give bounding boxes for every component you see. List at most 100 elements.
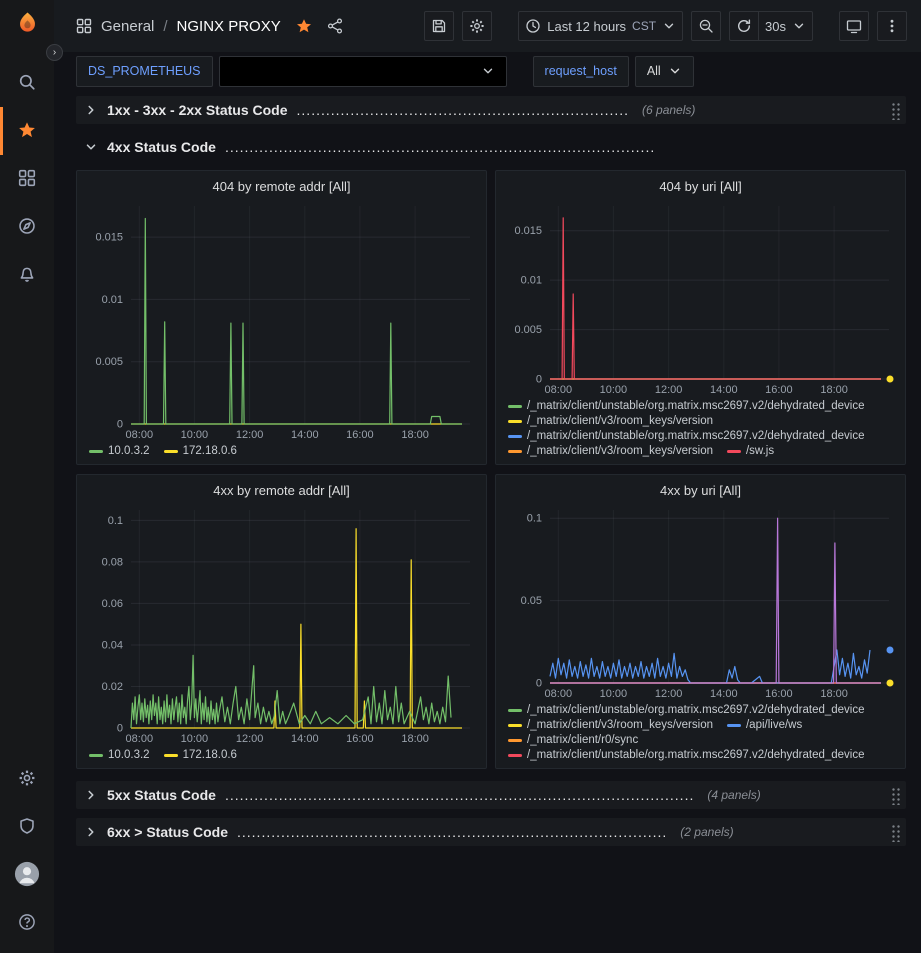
svg-text:0: 0 bbox=[536, 374, 542, 386]
row-6xx-status-code[interactable]: 6xx > Status Code ......................… bbox=[76, 818, 906, 846]
panel-404-by-uri: 404 by uri [All] 08:0010:0012:0014:0016:… bbox=[495, 170, 906, 465]
svg-text:0: 0 bbox=[117, 723, 123, 735]
svg-text:18:00: 18:00 bbox=[401, 733, 429, 745]
search-icon bbox=[18, 73, 36, 94]
bell-icon bbox=[18, 265, 36, 286]
variable-label-ds-prometheus[interactable]: DS_PROMETHEUS bbox=[76, 56, 213, 87]
chevron-down-icon bbox=[792, 19, 806, 33]
legend-item[interactable]: 172.18.0.6 bbox=[164, 445, 237, 457]
svg-text:0: 0 bbox=[117, 419, 123, 431]
sidebar-item-explore[interactable] bbox=[0, 203, 54, 251]
svg-text:16:00: 16:00 bbox=[346, 733, 374, 745]
svg-text:0.1: 0.1 bbox=[527, 513, 542, 525]
dashboard-grid-icon bbox=[76, 18, 92, 34]
legend-item[interactable]: 172.18.0.6 bbox=[164, 749, 237, 761]
time-range-picker[interactable]: Last 12 hours CST bbox=[518, 11, 683, 41]
favorite-star-icon[interactable] bbox=[296, 18, 312, 34]
panel-404-by-remote-addr: 404 by remote addr [All] 08:00 10:00 12:00… bbox=[76, 170, 487, 465]
refresh-interval-label: 30s bbox=[765, 19, 786, 34]
sidebar-item-help[interactable] bbox=[0, 899, 54, 947]
grafana-logo-icon[interactable] bbox=[14, 11, 41, 41]
svg-text:10:00: 10:00 bbox=[181, 429, 209, 441]
legend-item[interactable]: /_matrix/client/v3/room_keys/version bbox=[508, 415, 713, 427]
svg-text:10:00: 10:00 bbox=[600, 384, 628, 396]
svg-text:0.01: 0.01 bbox=[102, 294, 123, 306]
legend-item[interactable]: /_matrix/client/unstable/org.matrix.msc2… bbox=[508, 430, 865, 442]
dashboards-grid-icon bbox=[18, 169, 36, 190]
legend-item[interactable]: /_matrix/client/unstable/org.matrix.msc2… bbox=[508, 400, 865, 412]
breadcrumb-separator: / bbox=[163, 18, 167, 35]
legend-item[interactable]: /_matrix/client/r0/sync bbox=[508, 734, 638, 746]
sidebar-item-search[interactable] bbox=[0, 59, 54, 107]
breadcrumb: General / NGINX PROXY bbox=[76, 18, 343, 35]
refresh-interval-dropdown[interactable]: 30s bbox=[759, 11, 813, 41]
row-title: 5xx Status Code bbox=[107, 787, 216, 803]
timeseries-chart[interactable]: 08:0010:0012:0014:0016:0018:0000.020.040… bbox=[85, 502, 478, 747]
avatar bbox=[14, 861, 40, 890]
save-dashboard-button[interactable] bbox=[424, 11, 454, 41]
svg-text:0.015: 0.015 bbox=[95, 232, 123, 244]
sidebar-item-alerting[interactable] bbox=[0, 251, 54, 299]
row-drag-handle[interactable] bbox=[890, 786, 900, 805]
row-1xx-3xx-2xx-status-code[interactable]: 1xx - 3xx - 2xx Status Code ............… bbox=[76, 96, 906, 124]
dashboard-settings-button[interactable] bbox=[462, 11, 492, 41]
svg-text:12:00: 12:00 bbox=[236, 733, 264, 745]
legend-item[interactable]: 10.0.3.2 bbox=[89, 749, 150, 761]
page-title[interactable]: NGINX PROXY bbox=[177, 18, 281, 35]
panel-4xx-by-uri: 4xx by uri [All] 08:0010:0012:0014:0016:… bbox=[495, 474, 906, 769]
panel-grid: 404 by remote addr [All] 08:0010:0012:00… bbox=[76, 170, 906, 769]
svg-text:08:00: 08:00 bbox=[126, 429, 154, 441]
variable-label-request-host[interactable]: request_host bbox=[533, 56, 629, 87]
legend-item[interactable]: /api/live/ws bbox=[727, 719, 802, 731]
panel-legend: 10.0.3.2 172.18.0.6 bbox=[85, 443, 478, 457]
svg-text:12:00: 12:00 bbox=[655, 384, 683, 396]
row-panel-count: (4 panels) bbox=[707, 788, 760, 802]
timeseries-chart[interactable]: 08:0010:0012:0014:0016:0018:0000.050.1 bbox=[504, 502, 897, 702]
sidebar-item-dashboards[interactable] bbox=[0, 155, 54, 203]
chevron-down-icon bbox=[481, 64, 495, 78]
svg-text:16:00: 16:00 bbox=[346, 429, 374, 441]
sidebar-item-configuration[interactable] bbox=[0, 755, 54, 803]
panel-title[interactable]: 4xx by remote addr [All] bbox=[85, 480, 478, 502]
compass-icon bbox=[18, 217, 36, 238]
legend-item[interactable]: /_matrix/client/unstable/org.matrix.msc2… bbox=[508, 704, 865, 716]
svg-text:0.04: 0.04 bbox=[102, 640, 123, 652]
kebab-menu-button[interactable] bbox=[877, 11, 907, 41]
timezone-label: CST bbox=[632, 19, 656, 33]
legend-item[interactable]: /sw.js bbox=[727, 445, 774, 457]
sidebar-expand-chevron[interactable]: › bbox=[46, 44, 63, 61]
sidebar-item-server-admin[interactable] bbox=[0, 803, 54, 851]
breadcrumb-folder[interactable]: General bbox=[101, 18, 154, 35]
svg-text:0.06: 0.06 bbox=[102, 598, 123, 610]
row-5xx-status-code[interactable]: 5xx Status Code ........................… bbox=[76, 781, 906, 809]
row-title: 4xx Status Code bbox=[107, 139, 216, 155]
sidebar-item-profile[interactable] bbox=[0, 851, 54, 899]
sidebar-item-starred[interactable] bbox=[0, 107, 54, 155]
row-4xx-status-code[interactable]: 4xx Status Code ........................… bbox=[76, 133, 906, 161]
svg-text:16:00: 16:00 bbox=[765, 384, 793, 396]
timeseries-chart[interactable]: 08:0010:0012:0014:0016:0018:0000.0050.01… bbox=[85, 198, 478, 443]
share-icon[interactable] bbox=[327, 18, 343, 34]
svg-text:14:00: 14:00 bbox=[710, 688, 738, 700]
svg-text:08:00: 08:00 bbox=[126, 733, 154, 745]
legend-item[interactable]: /_matrix/client/unstable/org.matrix.msc2… bbox=[508, 749, 865, 761]
panel-title[interactable]: 404 by remote addr [All] bbox=[85, 176, 478, 198]
svg-text:12:00: 12:00 bbox=[236, 429, 264, 441]
legend-item[interactable]: /_matrix/client/v3/room_keys/version bbox=[508, 445, 713, 457]
variable-value-request-host[interactable]: All bbox=[635, 56, 694, 87]
variable-value-ds-prometheus[interactable] bbox=[219, 56, 507, 87]
panel-legend: /_matrix/client/unstable/org.matrix.msc2… bbox=[504, 398, 897, 457]
legend-item[interactable]: 10.0.3.2 bbox=[89, 445, 150, 457]
row-drag-handle[interactable] bbox=[890, 823, 900, 842]
panel-title[interactable]: 404 by uri [All] bbox=[504, 176, 897, 198]
zoom-out-time-button[interactable] bbox=[691, 11, 721, 41]
row-drag-handle[interactable] bbox=[890, 101, 900, 120]
legend-item[interactable]: /_matrix/client/v3/room_keys/version bbox=[508, 719, 713, 731]
timeseries-chart[interactable]: 08:0010:0012:0014:0016:0018:0000.0050.01… bbox=[504, 198, 897, 398]
svg-text:0.08: 0.08 bbox=[102, 556, 123, 568]
svg-text:08:00: 08:00 bbox=[545, 688, 573, 700]
refresh-button[interactable] bbox=[729, 11, 759, 41]
panel-title[interactable]: 4xx by uri [All] bbox=[504, 480, 897, 502]
tv-mode-button[interactable] bbox=[839, 11, 869, 41]
time-range-label: Last 12 hours bbox=[547, 19, 626, 34]
